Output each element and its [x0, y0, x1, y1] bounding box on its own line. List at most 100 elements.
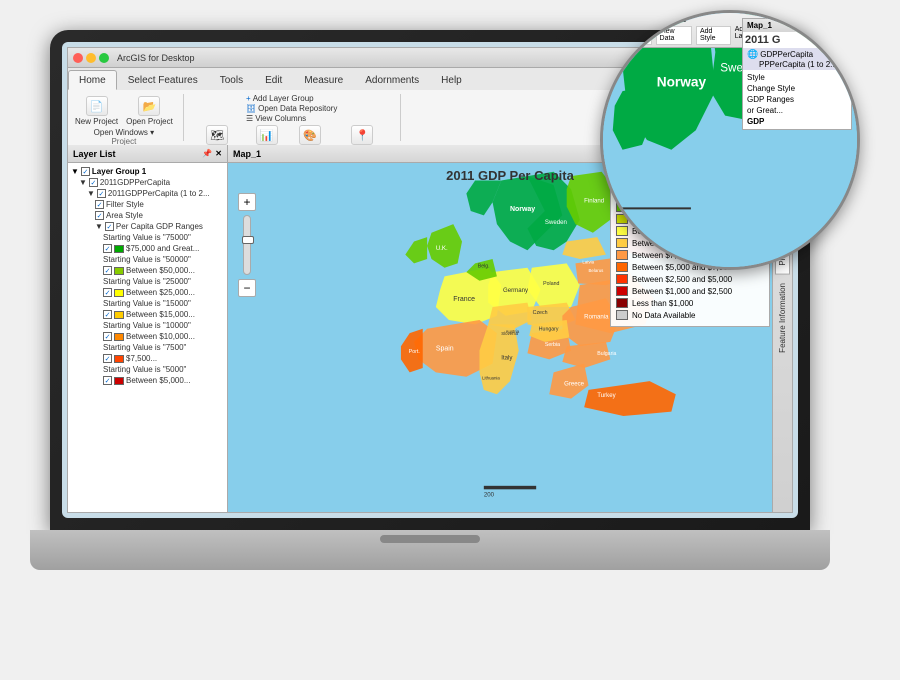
range-checkbox[interactable] — [103, 244, 112, 253]
globe-icon: 🌐 — [747, 49, 758, 60]
group-label: Layer Group 1 — [92, 167, 146, 176]
new-project-button[interactable]: 📄 New Project — [73, 94, 120, 128]
panel-controls: 📌 ✕ — [202, 149, 222, 158]
tab-edit[interactable]: Edit — [254, 70, 293, 90]
open-data-repo-button[interactable]: 🗄 Open Data Repository — [246, 104, 337, 113]
add-layers-icon: 🗺 — [206, 125, 228, 145]
zoom-handle[interactable] — [242, 236, 254, 244]
range-checkbox[interactable] — [103, 266, 112, 275]
legend-color-swatch — [616, 286, 628, 296]
svg-text:Serbia: Serbia — [545, 342, 560, 348]
gdp-ranges-item: ▼ Per Capita GDP Ranges — [71, 221, 224, 232]
open-project-button[interactable]: 📂 Open Project — [124, 94, 175, 128]
close-btn[interactable] — [73, 53, 83, 63]
gdp-panel-overlay: Map_1 ✕ 2011 G 🌐 GDPPerCapita PPPerCapit… — [742, 18, 852, 130]
tab-home[interactable]: Home — [68, 70, 117, 90]
layer-checkbox[interactable] — [89, 178, 98, 187]
tab-measure[interactable]: Measure — [293, 70, 354, 90]
feature-info-tab[interactable]: Feature Information — [776, 275, 789, 361]
range-checkbox[interactable] — [103, 310, 112, 319]
svg-text:U.K.: U.K. — [436, 245, 448, 252]
range-checkbox[interactable] — [103, 376, 112, 385]
range-label: Between $50,000... — [126, 266, 195, 275]
style-item[interactable]: Style — [745, 72, 849, 83]
sublayer-expand-icon[interactable]: ▼ — [87, 189, 95, 198]
range-label: Starting Value is "15000" — [103, 299, 191, 308]
filter-label: Filter Style — [106, 200, 144, 209]
range-label: Starting Value is "75000" — [103, 233, 191, 242]
ranges-label: Per Capita GDP Ranges — [116, 222, 203, 231]
svg-text:Spain: Spain — [436, 346, 454, 353]
range-item: Between $15,000... — [71, 309, 224, 320]
scene: ArcGIS for Desktop Home Select Features … — [0, 0, 900, 680]
range-checkbox[interactable] — [103, 288, 112, 297]
layer-expand-icon[interactable]: ▼ — [79, 178, 87, 187]
gdp-ranges-item[interactable]: GDP Ranges — [745, 94, 849, 105]
legend-color-swatch — [616, 298, 628, 308]
group-checkbox[interactable] — [81, 167, 90, 176]
add-style-mag-btn[interactable]: Add Style — [696, 26, 731, 45]
range-label: Starting Value is "5000" — [103, 365, 186, 374]
change-style-item[interactable]: Change Style — [745, 83, 849, 94]
range-label: Starting Value is "25000" — [103, 277, 191, 286]
svg-text:Lithuania: Lithuania — [482, 375, 500, 380]
gdp-heading-short: 2011 G — [743, 32, 851, 48]
svg-text:Slovenia: Slovenia — [501, 331, 518, 336]
svg-text:Czech: Czech — [533, 310, 548, 316]
layer-label: 2011GDPPerCapita — [100, 178, 170, 187]
project-buttons: 📄 New Project 📂 Open Project — [73, 94, 175, 128]
map-tab-label: Map_1 — [233, 149, 261, 159]
group-expand-icon[interactable]: ▼ — [71, 167, 79, 176]
zoom-out-button[interactable]: − — [238, 279, 256, 297]
tab-help[interactable]: Help — [430, 70, 473, 90]
panel-pin-icon[interactable]: 📌 — [202, 149, 212, 158]
open-windows-button[interactable]: Open Windows ▾ — [94, 128, 154, 137]
zoom-controls: + − — [238, 193, 256, 297]
range-item: Between $10,000... — [71, 331, 224, 342]
map-heading: 2011 GDP Per Capita — [446, 168, 574, 183]
minimize-btn[interactable] — [86, 53, 96, 63]
gdp-panel-layer[interactable]: 🌐 GDPPerCapita PPPerCapita (1 to 2... — [743, 48, 851, 70]
view-data-mag-btn[interactable]: View Data — [656, 26, 692, 45]
ranges-expand-icon[interactable]: ▼ — [95, 222, 103, 231]
tab-tools[interactable]: Tools — [209, 70, 254, 90]
range-label: Starting Value is "7500" — [103, 343, 186, 352]
area-style-item: Area Style — [71, 210, 224, 221]
gdp-item[interactable]: GDP — [745, 116, 849, 127]
add-layers-mag-btn[interactable]: Add Layers ▾ — [607, 26, 652, 45]
measure-tab-magnified[interactable]: Measure — [655, 15, 686, 24]
maximize-btn[interactable] — [99, 53, 109, 63]
view-columns-button[interactable]: ☰ View Columns — [246, 114, 337, 123]
edit-tab-magnified[interactable]: Edit — [634, 15, 648, 24]
svg-text:Sweden: Sweden — [545, 219, 567, 226]
tools-tab-magnified[interactable]: Tools — [607, 15, 626, 24]
panel-close-icon[interactable]: ✕ — [215, 149, 222, 158]
range-color-swatch — [114, 289, 124, 297]
zoom-slider[interactable] — [243, 215, 251, 275]
range-checkbox[interactable] — [103, 332, 112, 341]
open-project-icon: 📂 — [138, 96, 160, 116]
range-checkbox[interactable] — [103, 354, 112, 363]
add-layer-group-button[interactable]: + Add Layer Group — [246, 94, 337, 103]
range-item: Between $5,000... — [71, 375, 224, 386]
svg-text:Italy: Italy — [501, 354, 513, 361]
range-label: $7,500... — [126, 354, 157, 363]
svg-text:Belarus: Belarus — [589, 268, 605, 273]
filter-checkbox[interactable] — [95, 200, 104, 209]
gdp-menu: Style Change Style GDP Ranges or Great..… — [743, 70, 851, 129]
ranges-checkbox[interactable] — [105, 222, 114, 231]
tab-adornments[interactable]: Adornments — [354, 70, 430, 90]
range-label: Between $25,000... — [126, 288, 195, 297]
range-item: Starting Value is "7500" — [71, 342, 224, 353]
greater-item[interactable]: or Great... — [745, 105, 849, 116]
range-item: Between $50,000... — [71, 265, 224, 276]
zoom-in-button[interactable]: + — [238, 193, 256, 211]
area-checkbox[interactable] — [95, 211, 104, 220]
range-color-swatch — [114, 311, 124, 319]
sublayer-checkbox[interactable] — [97, 189, 106, 198]
svg-text:Latvia: Latvia — [582, 259, 594, 264]
range-item: Starting Value is "15000" — [71, 298, 224, 309]
laptop-hinge — [380, 535, 480, 543]
tab-select-features[interactable]: Select Features — [117, 70, 209, 90]
svg-text:Romania: Romania — [584, 313, 609, 320]
